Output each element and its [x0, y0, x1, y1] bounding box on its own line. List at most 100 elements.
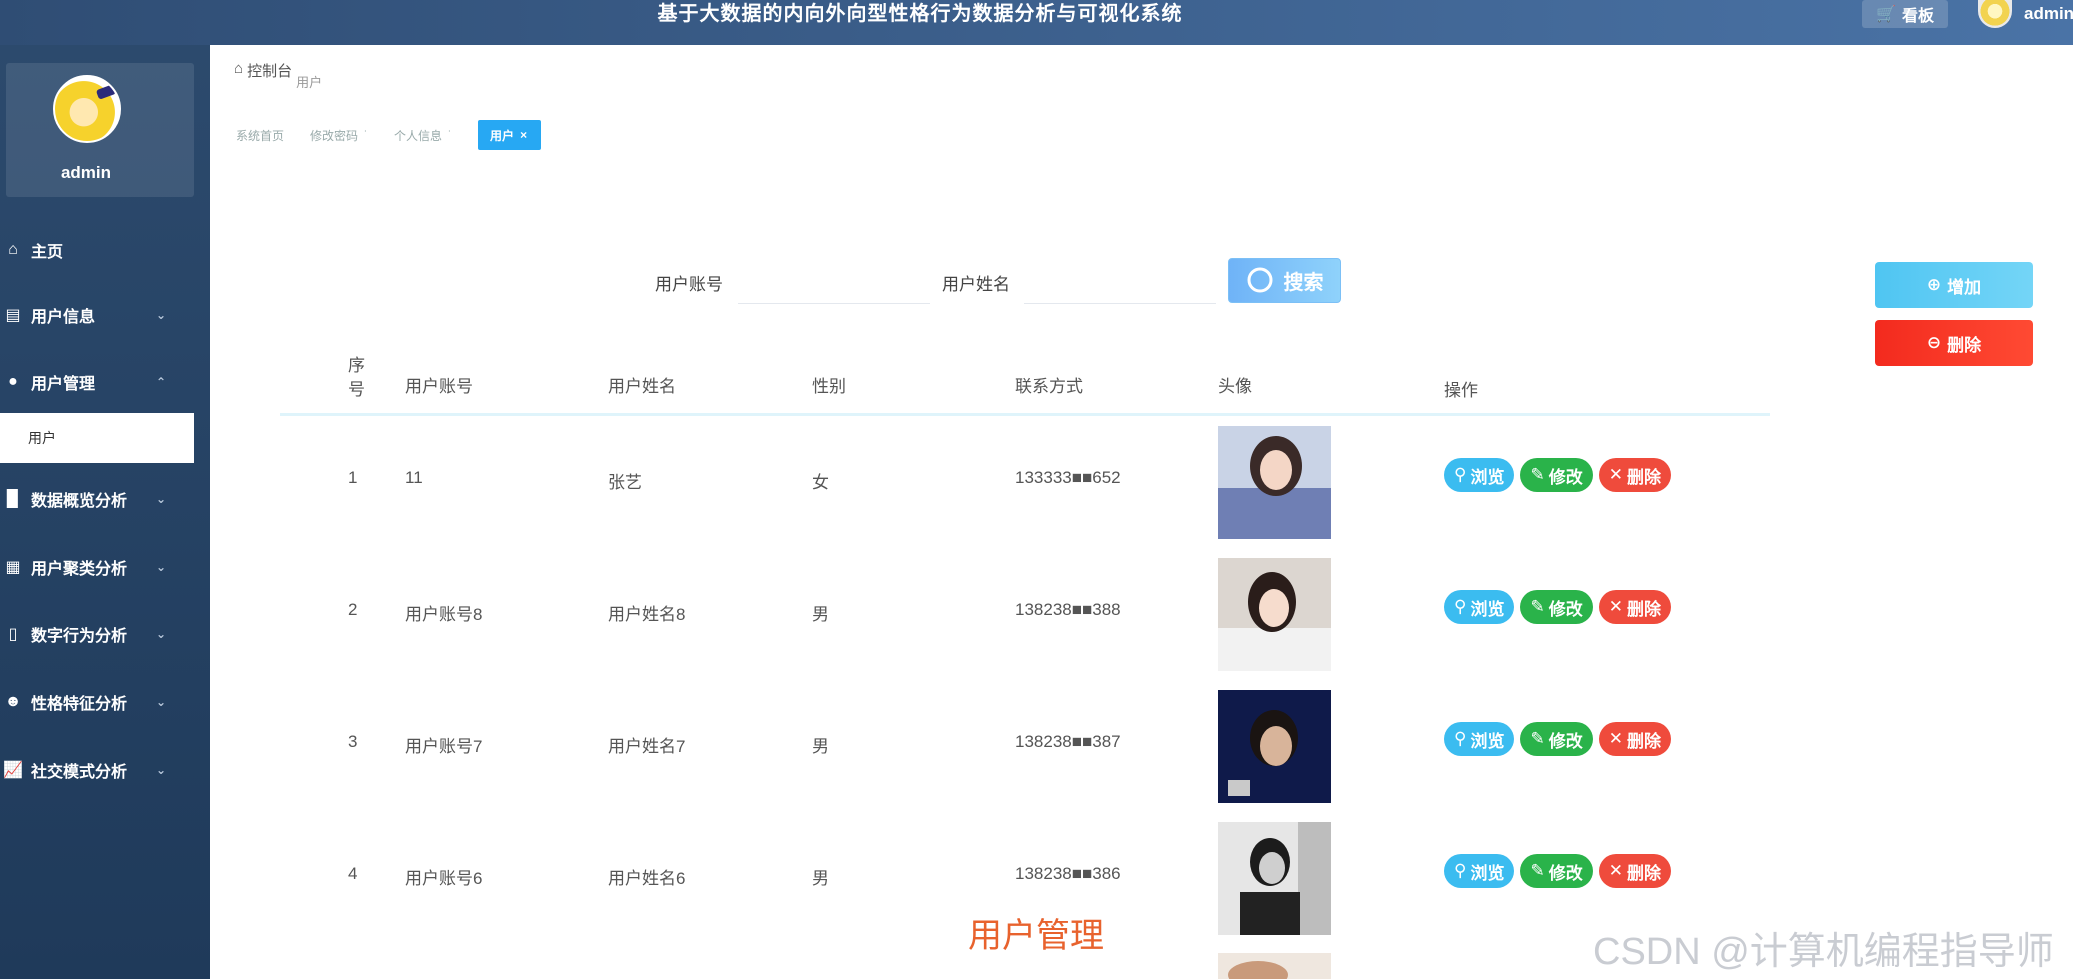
top-username[interactable]: admin [2024, 0, 2073, 28]
delete-button[interactable]: ✕ 删除 [1598, 722, 1671, 756]
close-icon[interactable]: ˙ [364, 128, 368, 142]
cell-name: 张艺 [608, 473, 642, 492]
cell-index: 3 [348, 732, 358, 751]
cell-account: 用户账号8 [405, 605, 483, 624]
sidebar-item-label: 主页 [31, 244, 64, 261]
sidebar-item-home[interactable]: ⌂ 主页 [0, 230, 210, 270]
search-icon: ⚲ [1454, 465, 1467, 484]
batch-delete-button[interactable]: ⊖ 删除 [1875, 320, 2033, 366]
tab-home[interactable]: 系统首页 [236, 127, 284, 144]
cell-account: 用户账号7 [405, 737, 483, 756]
chevron-up-icon: ⌃ [156, 375, 167, 389]
view-button[interactable]: ⚲ 浏览 [1444, 722, 1515, 756]
close-icon: ✕ [1608, 597, 1623, 616]
cell-gender: 女 [812, 473, 829, 492]
profile-avatar [53, 75, 121, 143]
view-button-label: 浏览 [1470, 863, 1505, 883]
name-search-input[interactable] [1024, 262, 1216, 304]
avatar-thumbnail[interactable] [1218, 953, 1331, 979]
column-header-phone: 联系方式 [1015, 377, 1083, 396]
tab-label: 用户 [490, 128, 515, 143]
app-title: 基于大数据的内向外向型性格行为数据分析与可视化系统 [657, 3, 1183, 25]
cell-gender: 男 [812, 737, 829, 756]
add-button[interactable]: ⊕ 增加 [1875, 262, 2033, 308]
watermark: CSDN @计算机编程指导师 [1593, 931, 2054, 973]
search-icon: ⚲ [1454, 729, 1467, 748]
column-header-name: 用户姓名 [608, 377, 676, 396]
table-row: 2 用户账号8 用户姓名8 男 138238■■388 ⚲ 浏览 ✎ 修改 ✕ 删除 [0, 550, 2073, 682]
edit-button[interactable]: ✎ 修改 [1520, 590, 1593, 624]
delete-button-label: 删除 [1626, 731, 1661, 751]
tab-label: 系统首页 [236, 128, 285, 143]
edit-icon: ✎ [1530, 729, 1545, 748]
view-button[interactable]: ⚲ 浏览 [1444, 854, 1515, 888]
tab-profile[interactable]: 个人信息 ˙ [394, 127, 452, 144]
view-button[interactable]: ⚲ 浏览 [1444, 590, 1515, 624]
top-bar: 基于大数据的内向外向型性格行为数据分析与可视化系统 🛒 看板 admin [0, 0, 2073, 45]
edit-button-label: 修改 [1548, 731, 1583, 751]
name-search-label: 用户姓名 [942, 275, 1010, 294]
column-header-index: 序号 [348, 356, 365, 399]
tab-change-password[interactable]: 修改密码 ˙ [310, 127, 368, 144]
avatar-thumbnail[interactable] [1218, 690, 1331, 803]
sidebar-item-user-info[interactable]: ▤ 用户信息 ⌄ [0, 295, 210, 335]
close-icon[interactable]: × [520, 128, 527, 142]
search-button[interactable]: 搜索 [1228, 258, 1341, 303]
table-row: 3 用户账号7 用户姓名7 男 138238■■387 ⚲ 浏览 ✎ 修改 ✕ 删除 [0, 682, 2073, 814]
view-button-label: 浏览 [1470, 467, 1505, 487]
breadcrumb-root[interactable]: 控制台 [247, 60, 292, 81]
table-row: 1 11 张艺 女 133333■■652 ⚲ 浏览 ✎ 修改 ✕ 删除 [0, 418, 2073, 550]
profile-name: admin [60, 163, 112, 182]
cell-name: 用户姓名7 [608, 737, 686, 756]
profile-card: admin [6, 63, 194, 197]
cart-icon: 🛒 [1876, 6, 1896, 23]
delete-button[interactable]: ✕ 删除 [1598, 458, 1671, 492]
edit-icon: ✎ [1530, 465, 1545, 484]
edit-button[interactable]: ✎ 修改 [1520, 458, 1593, 492]
avatar-thumbnail[interactable] [1218, 822, 1331, 935]
cell-phone: 138238■■387 [1015, 732, 1121, 751]
avatar-thumbnail[interactable] [1218, 426, 1331, 539]
column-header-gender: 性别 [812, 377, 846, 396]
breadcrumb: ⌂ 控制台 用户 [234, 60, 322, 90]
column-header-account: 用户账号 [405, 377, 473, 396]
video-caption: 用户管理 [968, 917, 1104, 955]
tab-user[interactable]: 用户 × [478, 120, 542, 150]
cell-account: 用户账号6 [405, 869, 483, 888]
cell-name: 用户姓名8 [608, 605, 686, 624]
search-icon: ⚲ [1454, 597, 1467, 616]
close-icon[interactable]: ˙ [448, 128, 452, 142]
plus-circle-icon: ⊕ [1926, 275, 1942, 294]
edit-button-label: 修改 [1548, 863, 1583, 883]
search-button-label: 搜索 [1283, 272, 1324, 294]
avatar-thumbnail[interactable] [1218, 558, 1331, 671]
batch-delete-button-label: 删除 [1947, 335, 1982, 355]
edit-button[interactable]: ✎ 修改 [1520, 854, 1593, 888]
delete-button[interactable]: ✕ 删除 [1598, 590, 1671, 624]
card-icon: ▤ [5, 307, 21, 324]
tab-bar: 系统首页 修改密码 ˙ 个人信息 ˙ 用户 × [236, 120, 542, 150]
avatar[interactable] [1978, 0, 2012, 28]
row-actions: ⚲ 浏览 ✎ 修改 ✕ 删除 [1444, 722, 1671, 756]
sidebar-item-user-management[interactable]: ● 用户管理 ⌃ [0, 362, 210, 402]
cell-name: 用户姓名6 [608, 869, 686, 888]
cell-phone: 133333■■652 [1015, 468, 1121, 487]
user-icon: ● [8, 373, 18, 390]
cell-account: 11 [405, 468, 423, 487]
view-button-label: 浏览 [1470, 731, 1505, 751]
cell-gender: 男 [812, 605, 829, 624]
delete-button[interactable]: ✕ 删除 [1598, 854, 1671, 888]
account-search-label: 用户账号 [655, 275, 723, 294]
account-search-input[interactable] [738, 262, 930, 304]
search-icon: ⚲ [1454, 861, 1467, 880]
close-icon: ✕ [1608, 465, 1623, 484]
edit-icon: ✎ [1530, 861, 1545, 880]
edit-icon: ✎ [1530, 597, 1545, 616]
cell-index: 2 [348, 600, 358, 619]
view-button[interactable]: ⚲ 浏览 [1444, 458, 1515, 492]
edit-button[interactable]: ✎ 修改 [1520, 722, 1593, 756]
cell-phone: 138238■■388 [1015, 600, 1121, 619]
dashboard-button[interactable]: 🛒 看板 [1862, 0, 1948, 28]
breadcrumb-current: 用户 [296, 75, 323, 90]
edit-button-label: 修改 [1548, 467, 1583, 487]
